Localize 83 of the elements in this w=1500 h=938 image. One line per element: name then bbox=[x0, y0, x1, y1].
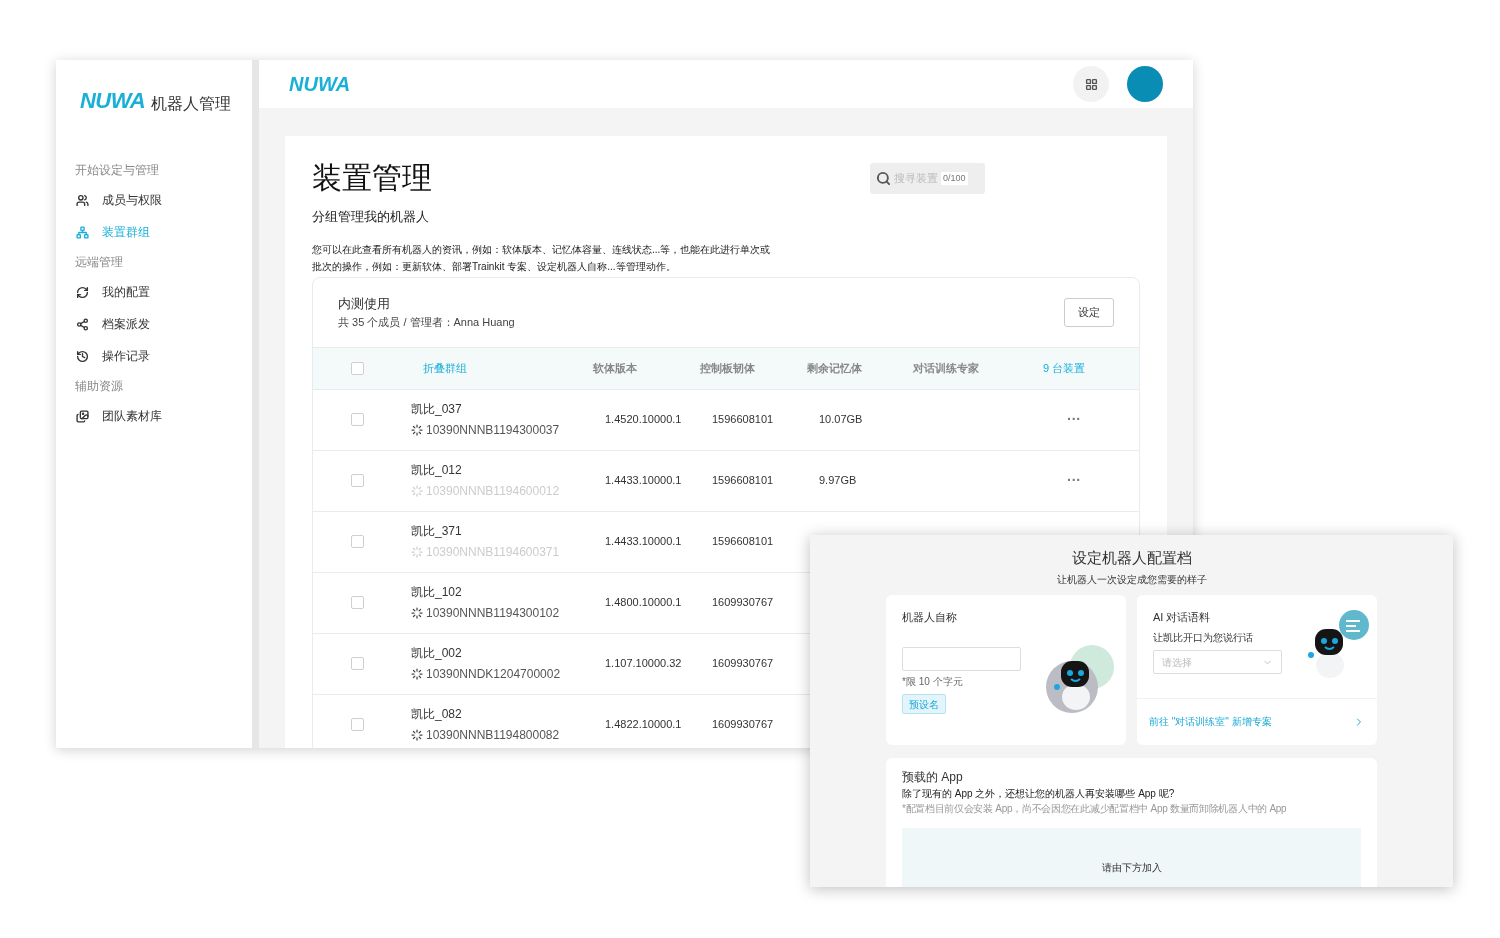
checkbox[interactable] bbox=[350, 361, 364, 375]
checkbox[interactable] bbox=[350, 657, 364, 670]
table-cell-text: 1609930767 bbox=[712, 717, 775, 733]
table-cell-text: 1.4433.10000.1 bbox=[605, 534, 683, 550]
table-cell-text: 1596608101 bbox=[712, 473, 775, 489]
table-cell: 9.97GB bbox=[819, 474, 857, 487]
column-header: 对话训练专家 bbox=[913, 360, 980, 376]
more-button[interactable]: ··· bbox=[1067, 470, 1081, 491]
table-cell-text: 1.4433.10000.1 bbox=[605, 473, 683, 489]
device-id: 10390NNNB1194300037 bbox=[426, 422, 560, 439]
robot-name: 凯比_002 bbox=[411, 645, 463, 662]
table-cell-text: 1.107.10000.32 bbox=[605, 656, 683, 672]
table-cell-text: 1596608101 bbox=[712, 534, 775, 550]
logo: NUWA bbox=[80, 90, 145, 112]
dialog-title: 设定机器人配置档 bbox=[1071, 548, 1192, 568]
device-count: 9 台装置 bbox=[1043, 360, 1086, 376]
training-room-link[interactable]: 前往 "对话训练室" 新增专案 bbox=[1137, 697, 1377, 745]
checkbox[interactable] bbox=[350, 596, 364, 609]
sidebar-item[interactable]: 档案派发 bbox=[75, 308, 253, 340]
robot-name: 凯比_037 bbox=[411, 401, 463, 418]
users-icon bbox=[76, 193, 89, 207]
checkbox[interactable] bbox=[350, 413, 364, 426]
table-cell-text: 1.4520.10000.1 bbox=[605, 412, 683, 428]
scrollbar[interactable] bbox=[252, 60, 259, 748]
drop-area[interactable]: 请由下方加入 bbox=[902, 827, 1361, 887]
section-title: 开始设定与管理 bbox=[75, 162, 160, 179]
device-id: 10390NNNB1194800082 bbox=[426, 727, 560, 744]
table-cell: 10.07GB bbox=[819, 413, 863, 426]
table-cell-text: 1609930767 bbox=[712, 656, 775, 672]
page-title: 装置管理 bbox=[312, 160, 432, 196]
avatar[interactable] bbox=[1127, 66, 1163, 102]
column-header: 控制板韧体 bbox=[700, 360, 756, 376]
checkbox[interactable] bbox=[350, 474, 364, 487]
sidebar-item[interactable]: 我的配置 bbox=[75, 276, 253, 308]
table-cell-text: 1.4822.10000.1 bbox=[605, 717, 683, 733]
sidebar-item[interactable]: 成员与权限 bbox=[75, 184, 253, 216]
robot-name: 凯比_371 bbox=[411, 523, 463, 540]
product-name: 机器人管理 bbox=[151, 96, 231, 112]
robot-name: 凯比_012 bbox=[411, 462, 463, 479]
robot-name: 凯比_082 bbox=[411, 706, 463, 723]
card-subtitle: 让凯比开口为您说行话 bbox=[1153, 631, 1254, 645]
question-text: 除了现有的 App 之外，还想让您的机器人再安装哪些 App 呢? bbox=[902, 786, 1176, 801]
char-counter: 0/100 bbox=[941, 171, 968, 186]
page-subtitle: 分组管理我的机器人 bbox=[312, 208, 430, 226]
sidebar-item[interactable]: 装置群组 bbox=[75, 216, 253, 248]
card-title: 预载的 App bbox=[902, 768, 964, 786]
table-cell-text: 1596608101 bbox=[712, 412, 775, 428]
images-icon bbox=[76, 409, 89, 423]
table-cell-text: 1609930767 bbox=[712, 595, 775, 611]
settings-button[interactable]: 设定 bbox=[1064, 297, 1114, 327]
column-header: 剩余记忆体 bbox=[807, 360, 863, 376]
more-button[interactable]: ··· bbox=[1067, 409, 1081, 430]
device-id: 10390NNDK1204700002 bbox=[426, 666, 561, 683]
section-title: 远端管理 bbox=[75, 254, 124, 271]
logo: NUWA bbox=[289, 74, 351, 94]
column-header: 软体版本 bbox=[593, 360, 638, 376]
card-title: 机器人自称 bbox=[902, 609, 958, 625]
device-id: 10390NNNB1194300102 bbox=[426, 605, 560, 622]
robot-name: 凯比_102 bbox=[411, 584, 463, 601]
history-icon bbox=[76, 349, 89, 363]
sidebar-item[interactable]: 团队素材库 bbox=[75, 400, 253, 432]
sidebar-item[interactable]: 操作记录 bbox=[75, 340, 253, 372]
dialog-subtitle: 让机器人一次设定成您需要的样子 bbox=[1056, 572, 1207, 587]
note-text: *配置档目前仅会安装 App，尚不会因您在此减少配置档中 App 数量而卸除机器人中的 App bbox=[902, 801, 1288, 816]
group-meta: 共 35 个成员 / 管理者：Anna Huang bbox=[338, 314, 515, 330]
share-icon bbox=[76, 317, 89, 331]
grid-icon bbox=[1084, 77, 1098, 91]
network-icon bbox=[76, 225, 89, 239]
default-name-button[interactable]: 预设名 bbox=[902, 694, 946, 714]
section-title: 辅助资源 bbox=[75, 378, 124, 395]
card-title: AI 对话语料 bbox=[1153, 609, 1212, 625]
collapse-group-link[interactable]: 折叠群组 bbox=[401, 359, 593, 377]
table-cell-text: 1.4800.10000.1 bbox=[605, 595, 683, 611]
search-icon bbox=[876, 171, 891, 186]
refresh-icon bbox=[76, 285, 89, 299]
input-field[interactable] bbox=[902, 647, 1021, 671]
description-text: 您可以在此查看所有机器人的资讯，例如：软体版本、记忆体容量、连线状态...等，也能在此进行单次或 bbox=[312, 242, 772, 257]
apps-button[interactable] bbox=[1073, 66, 1109, 102]
description-text: 批次的操作，例如：更新软体、部署Trainkit 专案、设定机器人自称...等管理动作。 bbox=[312, 259, 677, 274]
checkbox[interactable] bbox=[350, 535, 364, 548]
hint-text: *限 10 个字元 bbox=[902, 675, 964, 689]
group-name: 内测使用 bbox=[338, 295, 391, 313]
checkbox[interactable] bbox=[350, 718, 364, 731]
